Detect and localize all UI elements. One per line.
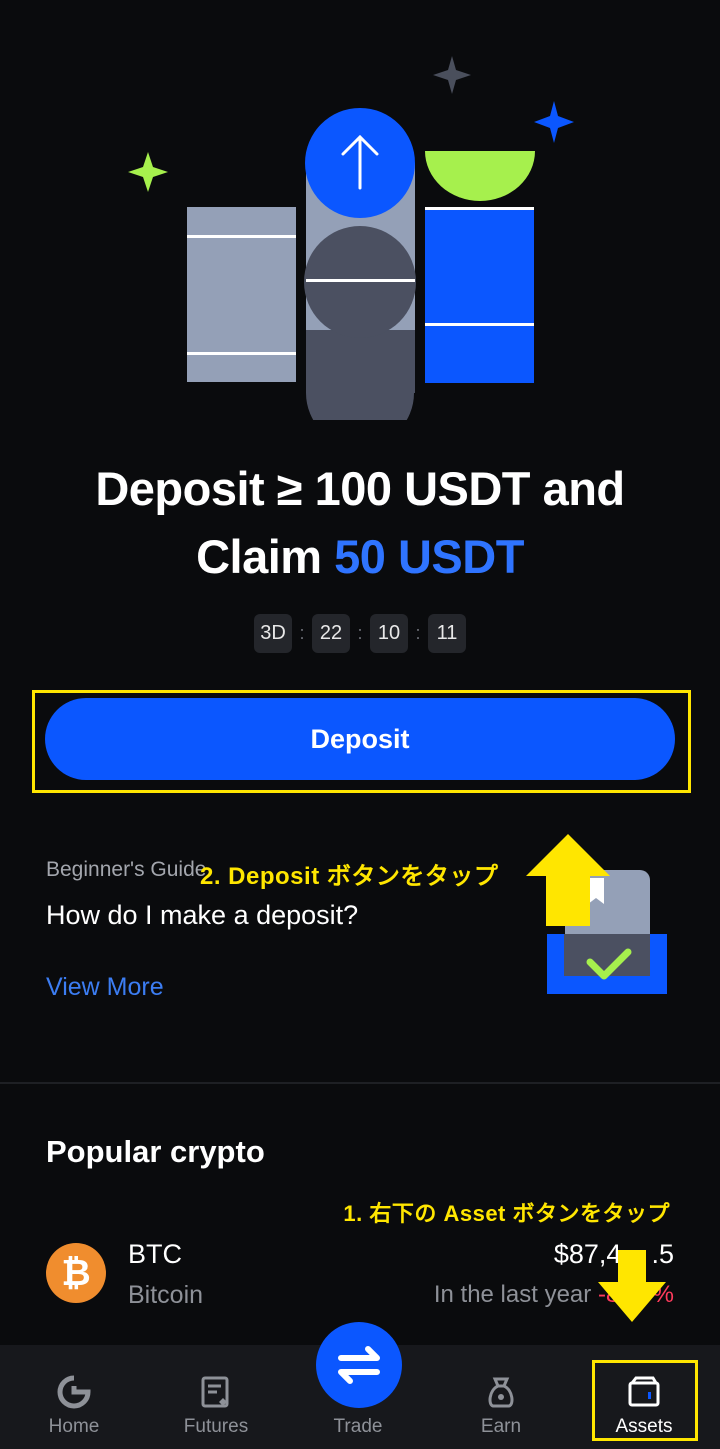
earn-bag-icon [488,1377,514,1408]
tab-label-futures: Futures [183,1416,249,1437]
hero-illustration [128,56,574,420]
sparkle-green-icon [128,152,168,192]
assets-highlight-box [592,1360,698,1441]
view-more-link[interactable]: View More [46,973,164,1002]
guide-kicker: Beginner's Guide [46,858,207,881]
coin-symbol: BTC [128,1239,182,1269]
futures-icon [201,1376,229,1408]
countdown-timer: 3D : 22 : 10 : 11 [0,614,720,653]
section-divider [0,1082,720,1084]
headline-line-1: Deposit ≥ 100 USDT and [95,462,625,515]
trade-swap-icon [338,1346,380,1384]
tab-earn[interactable]: Earn [441,1345,561,1449]
headline-claim-text: Claim [196,530,322,583]
guide-illustration [526,834,667,994]
sparkle-blue-icon [534,101,574,143]
countdown-separator: : [415,623,421,643]
countdown-separator: : [299,623,305,643]
center-column-shape [304,108,416,420]
headline-line-2: Claim 50 USDT [0,523,720,591]
coin-name: Bitcoin [128,1281,204,1309]
headline-reward-amount: 50 USDT [334,530,524,583]
tab-label-earn: Earn [480,1416,522,1437]
tab-futures[interactable]: Futures [156,1345,276,1449]
trade-button[interactable] [316,1322,402,1408]
guide-title: How do I make a deposit? [46,900,359,930]
tab-label-trade: Trade [333,1416,383,1437]
arrow-down-annotation-icon [598,1250,666,1322]
tab-home[interactable]: Home [14,1345,134,1449]
popular-crypto-title: Popular crypto [46,1134,265,1169]
home-icon [57,1375,91,1409]
left-panel-shape [187,207,296,382]
countdown-separator: : [357,623,363,643]
deposit-button[interactable]: Deposit [45,698,675,780]
countdown-hours: 22 [312,614,350,653]
annotation-step-2: 2. Deposit ボタンをタップ [200,863,499,890]
promo-headline: Deposit ≥ 100 USDT and Claim 50 USDT [0,455,720,591]
countdown-minutes: 10 [370,614,408,653]
countdown-days: 3D [254,614,292,653]
sparkle-grey-icon [433,56,471,94]
tab-label-home: Home [48,1416,100,1437]
bitcoin-icon: ₿ [46,1243,106,1303]
annotation-step-1: 1. 右下の Asset ボタンをタップ [343,1201,670,1226]
countdown-seconds: 11 [428,614,466,653]
coin-period: In the last year [433,1281,592,1308]
right-column-shape [425,151,535,383]
